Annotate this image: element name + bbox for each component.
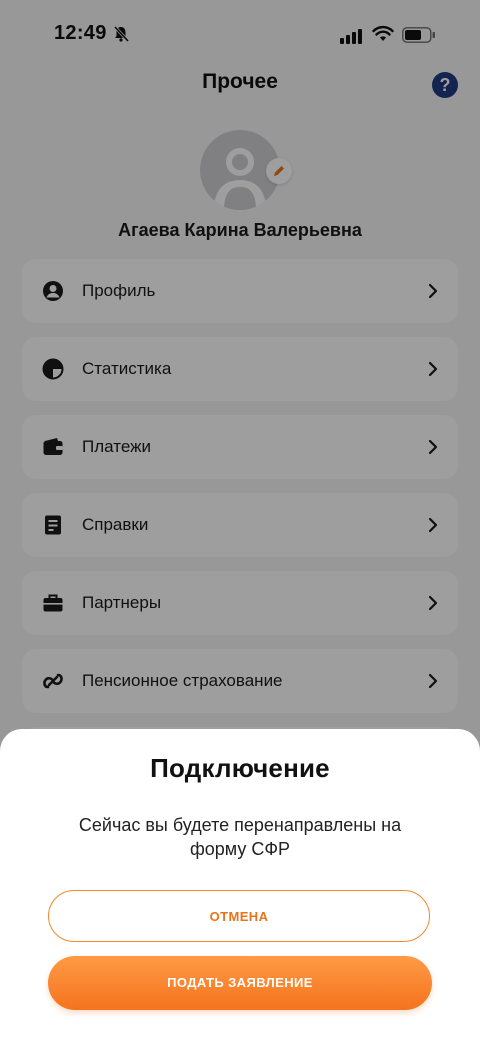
screen: 12:49 Прочее ? Агаева Карина Валерьевна … [0, 0, 480, 1043]
bottom-sheet-dialog: Подключение Сейчас вы будете перенаправл… [0, 729, 480, 1043]
dialog-message: Сейчас вы будете перенаправлены на форму… [78, 815, 402, 859]
submit-application-button[interactable]: ПОДАТЬ ЗАЯВЛЕНИЕ [48, 956, 432, 1010]
cancel-button[interactable]: ОТМЕНА [48, 890, 430, 942]
dialog-title: Подключение [150, 753, 330, 783]
